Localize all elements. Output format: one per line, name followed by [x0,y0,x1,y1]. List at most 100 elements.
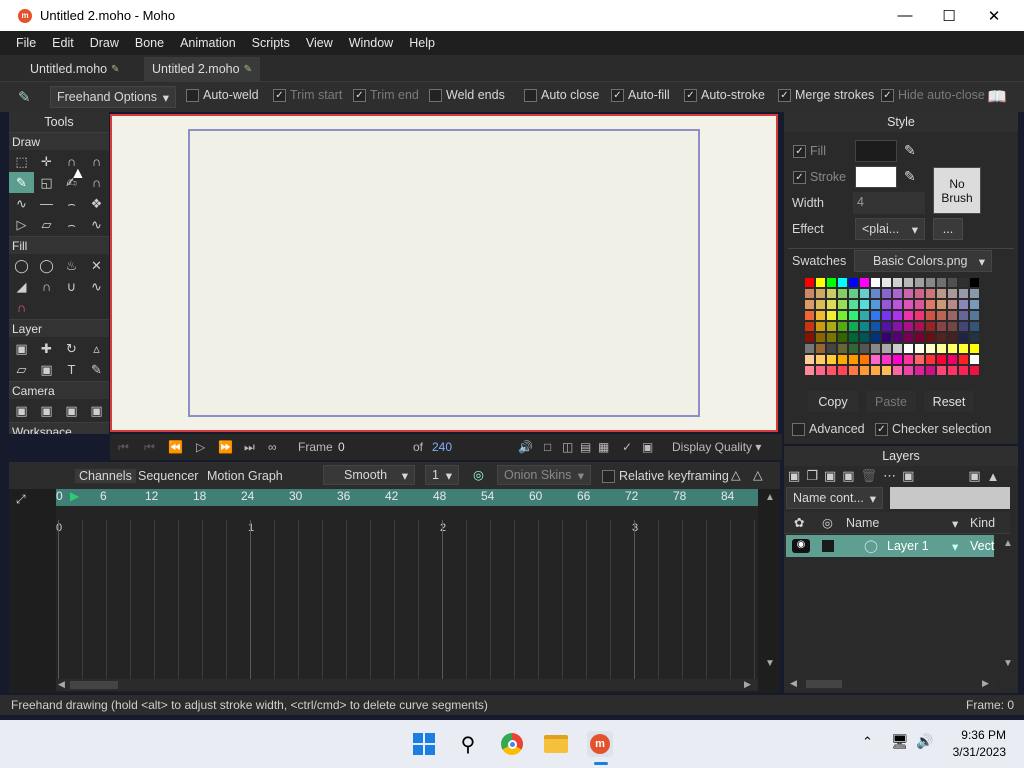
paint-bucket-icon[interactable]: ♨ [59,255,84,276]
step-back-icon[interactable]: ⏪ [168,440,183,454]
color-swatch[interactable] [903,310,914,321]
color-swatch[interactable] [903,299,914,310]
scroll-right-icon[interactable]: ▶ [982,678,989,689]
layer-selector-icon[interactable]: ▣ [34,359,59,380]
color-swatch[interactable] [914,343,925,354]
checkbox[interactable]: ✓ [793,170,806,184]
color-swatch[interactable] [892,332,903,343]
color-swatch[interactable] [925,288,936,299]
color-swatch[interactable] [881,277,892,288]
color-swatch[interactable] [804,343,815,354]
create-shape-icon[interactable]: ◯ [34,255,59,276]
swatches-dropdown[interactable]: Basic Colors.png ▾ [854,250,992,272]
color-swatch[interactable] [870,288,881,299]
color-swatch[interactable] [870,310,881,321]
menu-window[interactable]: Window [341,36,401,50]
color-swatch[interactable] [925,277,936,288]
color-swatch[interactable] [903,332,914,343]
noise-icon[interactable]: ∿ [84,214,109,235]
new-layer-icon[interactable]: ▣ [788,468,800,484]
eyedropper-icon[interactable]: ∩ [9,297,34,318]
color-swatch[interactable] [925,343,936,354]
color-swatch[interactable] [969,321,980,332]
color-swatch[interactable] [892,299,903,310]
camera-roll-icon[interactable]: ▣ [59,400,84,421]
color-swatch[interactable] [947,332,958,343]
color-swatch[interactable] [870,277,881,288]
clock-time[interactable]: 9:36 PM [956,728,1006,742]
maximize-button[interactable]: ☐ [926,0,972,31]
duplicate-layer-icon[interactable]: ❐ [806,468,818,484]
auto-close-checkbox[interactable]: Auto close [524,88,599,102]
collapse-icon[interactable]: ▲ [987,469,1000,484]
layer-row[interactable]: ◉ ◯ Layer 1 ▾ Vect [786,535,994,557]
checkbox[interactable]: ✓ [684,88,697,102]
color-swatch[interactable] [892,288,903,299]
eyedropper-icon[interactable]: ✎ [904,142,916,159]
color-swatch[interactable] [837,321,848,332]
color-swatch[interactable] [815,354,826,365]
checkbox[interactable]: ✓ [793,144,806,158]
select-shape-icon[interactable]: ◯ [9,255,34,276]
curve-profile-icon[interactable]: ⌢ [59,193,84,214]
color-swatch[interactable] [837,354,848,365]
stroke-color-swatch[interactable] [855,166,897,188]
color-swatch[interactable] [903,277,914,288]
color-swatch[interactable] [881,354,892,365]
interpolation-dropdown[interactable]: Smooth ▾ [323,465,415,485]
color-swatch-grid[interactable] [804,277,980,387]
menu-edit[interactable]: Edit [44,36,82,50]
color-swatch[interactable] [958,288,969,299]
minimize-button[interactable]: — [882,0,928,31]
book-icon[interactable]: 📖 [987,87,1007,107]
color-swatch[interactable] [881,288,892,299]
fit-frame-icon[interactable]: ▣ [642,440,653,454]
stroke-exposure-icon[interactable]: ∪ [59,276,84,297]
scroll-left-icon[interactable]: ◀ [790,678,797,689]
color-swatch[interactable] [892,365,903,376]
close-button[interactable]: ✕ [971,0,1017,31]
color-swatch[interactable] [870,332,881,343]
moho-taskbar-icon[interactable]: m [587,731,613,757]
perspective-icon[interactable]: ❖ [84,193,109,214]
previous-keyframe-icon[interactable]: ⏮ [144,440,155,455]
auto-fill-checkbox[interactable]: ✓ Auto-fill [611,88,670,102]
color-swatch[interactable] [947,277,958,288]
quad-view-icon[interactable]: ▦ [598,440,609,454]
stroke-checkbox[interactable]: ✓ Stroke [793,170,846,184]
windows-start-icon[interactable] [411,731,437,757]
color-swatch[interactable] [936,288,947,299]
delete-shape-icon[interactable]: ✕ [84,255,109,276]
color-swatch[interactable] [969,354,980,365]
menu-help[interactable]: Help [401,36,443,50]
rewind-icon[interactable]: ⏮ [118,440,129,455]
curve-exposure-icon[interactable]: ∿ [84,276,109,297]
color-swatch[interactable] [848,310,859,321]
color-swatch[interactable] [936,310,947,321]
color-swatch[interactable] [870,299,881,310]
translate-points-icon[interactable]: ✛ [34,151,59,172]
trim-end-checkbox[interactable]: ✓ Trim end [353,88,419,102]
freehand-icon[interactable]: ✎ [9,172,34,193]
tab-untitled-2[interactable]: Untitled 2.moho ✎ [144,57,260,81]
color-swatch[interactable] [936,354,947,365]
split-view-icon[interactable]: ◫ [562,440,573,454]
curvature-icon[interactable]: ∩ [84,151,109,172]
color-swatch[interactable] [947,299,958,310]
color-swatch[interactable] [848,343,859,354]
color-swatch[interactable] [804,288,815,299]
color-swatch[interactable] [925,354,936,365]
more-icon[interactable]: ⋯ [883,468,896,484]
zoom-in-icon[interactable]: △ [731,467,741,482]
color-swatch[interactable] [870,343,881,354]
color-swatch[interactable] [914,321,925,332]
text-tool-icon[interactable]: T [59,359,84,380]
color-swatch[interactable] [936,277,947,288]
menu-draw[interactable]: Draw [82,36,127,50]
onion-skins-dropdown[interactable]: Onion Skins ▾ [497,465,591,485]
color-swatch[interactable] [826,354,837,365]
layer-filter-dropdown[interactable]: Name cont... ▾ [786,487,883,509]
play-icon[interactable]: ▷ [196,440,205,454]
color-swatch[interactable] [826,277,837,288]
color-swatch[interactable] [881,310,892,321]
